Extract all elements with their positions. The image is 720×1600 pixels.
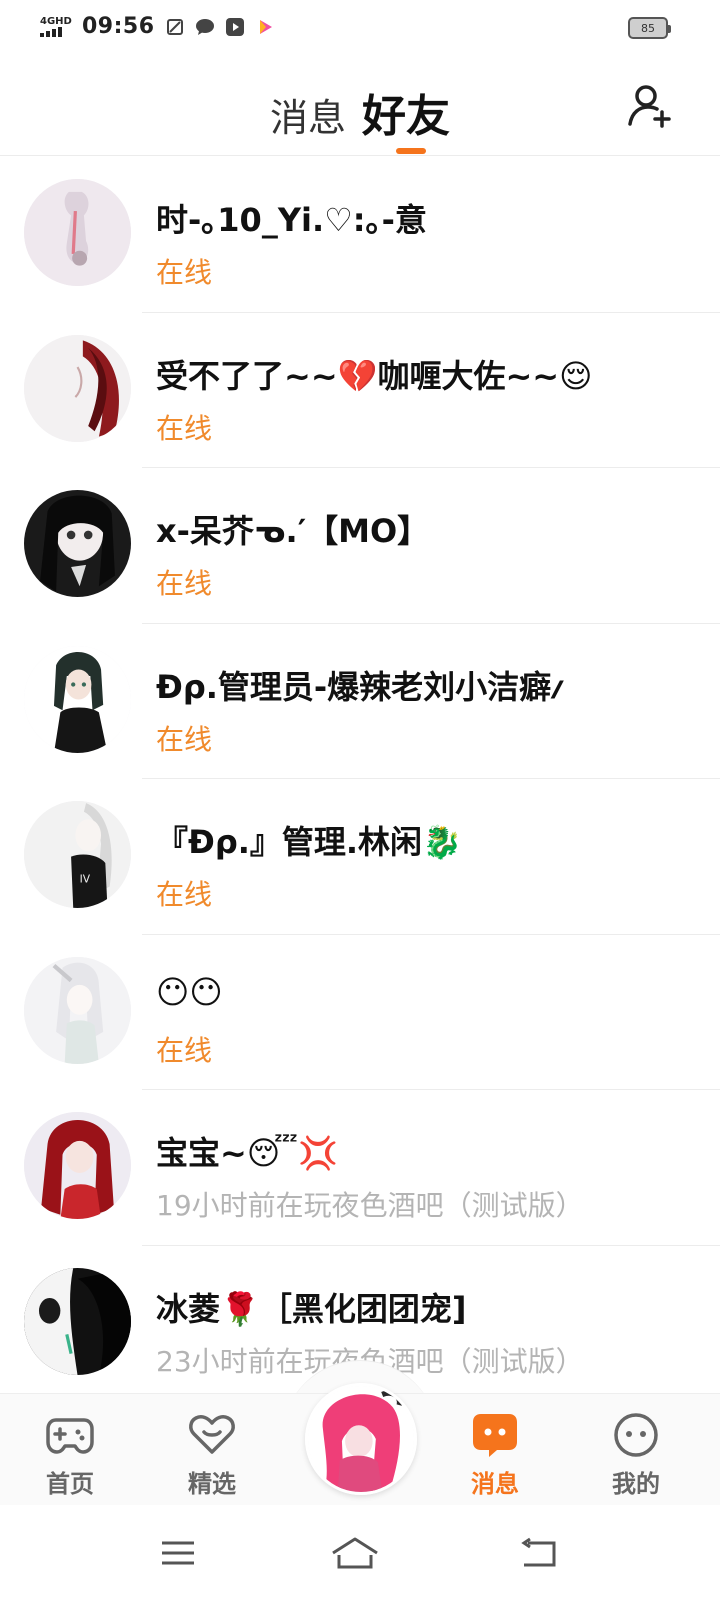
friend-status: 在线 (156, 1033, 213, 1067)
avatar[interactable] (24, 1267, 131, 1375)
friend-name: x-呆芥ᓀ.′【MO】 (156, 512, 430, 550)
status-right: 85 (628, 17, 671, 39)
friend-name: 😶😶 (156, 972, 223, 1011)
face-icon (614, 1413, 658, 1457)
nav-featured[interactable]: 精选 (162, 1412, 262, 1499)
system-nav-bar (0, 1505, 720, 1600)
center-avatar-button[interactable] (305, 1383, 417, 1495)
home-icon[interactable] (330, 1533, 380, 1573)
friend-row[interactable]: Ɖρ.管理员-爆辣老刘小洁癖ⳇ 在线 (0, 624, 720, 779)
back-icon[interactable] (518, 1533, 562, 1573)
nav-home[interactable]: 首页 (20, 1412, 120, 1499)
friend-row[interactable]: IV 『Ɖρ.』管理.林闲🐉 在线 (0, 779, 720, 935)
menu-icon[interactable] (156, 1533, 200, 1573)
heart-icon (189, 1415, 235, 1454)
screenshot-icon (165, 17, 185, 37)
tab-bar: 消息 好友 (270, 80, 450, 144)
avatar[interactable] (24, 334, 131, 442)
network-label: 4GHD (40, 15, 72, 27)
tab-friends[interactable]: 好友 (362, 80, 450, 144)
battery-icon: 85 (628, 17, 671, 39)
active-tab-indicator (396, 148, 426, 154)
gamepad-icon (46, 1418, 94, 1454)
status-left: 4GHD 09:56 (40, 14, 275, 39)
nav-label: 我的 (612, 1470, 660, 1498)
friend-row[interactable]: 😶😶 在线 (0, 935, 720, 1090)
network-indicator: 4GHD (40, 15, 72, 37)
friend-name: 宝宝~😴💢 (156, 1134, 338, 1172)
friend-status: 在线 (156, 411, 213, 445)
friend-status: 在线 (156, 722, 213, 756)
avatar[interactable] (24, 179, 131, 286)
friend-status: 在线 (156, 256, 213, 289)
nav-label: 消息 (471, 1470, 519, 1498)
chat-notification-icon (195, 17, 215, 37)
friend-status: 19小时前在玩夜色酒吧（测试版） (156, 1189, 584, 1222)
friend-row[interactable]: 受不了了~~💔咖喱大佐~~😌 在线 (0, 313, 720, 468)
svg-text:IV: IV (80, 872, 91, 885)
chat-bubble-icon (473, 1414, 517, 1457)
friend-list: 时-｡10_Yi.♡:｡-意 在线 受不了了~~💔咖喱大佐~~😌 在线 x-呆芥… (0, 157, 720, 1387)
nav-messages[interactable]: 消息 (445, 1412, 545, 1499)
friend-name: 『Ɖρ.』管理.林闲🐉 (156, 823, 462, 861)
avatar[interactable] (24, 956, 131, 1064)
avatar[interactable] (24, 490, 131, 597)
signal-icon (40, 26, 72, 37)
friend-row[interactable]: x-呆芥ᓀ.′【MO】 在线 (0, 468, 720, 624)
header: 消息 好友 (0, 56, 720, 156)
friend-row[interactable]: 宝宝~😴💢 19小时前在玩夜色酒吧（测试版） (0, 1090, 720, 1246)
avatar[interactable] (24, 645, 131, 753)
friend-status: 在线 (156, 878, 213, 911)
battery-level: 85 (641, 21, 655, 35)
friend-name: Ɖρ.管理员-爆辣老刘小洁癖ⳇ (156, 667, 564, 706)
avatar[interactable]: IV (24, 801, 131, 908)
play-app-icon (225, 17, 245, 37)
clock: 09:56 (82, 14, 155, 39)
avatar[interactable] (24, 1112, 131, 1219)
status-bar: 4GHD 09:56 85 (0, 0, 720, 56)
add-user-icon[interactable] (626, 82, 674, 130)
friend-status: 在线 (156, 567, 213, 600)
video-app-icon (255, 17, 275, 37)
friend-row[interactable]: 时-｡10_Yi.♡:｡-意 在线 (0, 157, 720, 313)
nav-label: 精选 (188, 1470, 236, 1498)
friend-name: 冰菱🌹［黑化团团宠] (156, 1289, 467, 1328)
nav-label: 首页 (46, 1470, 94, 1498)
friend-name: 受不了了~~💔咖喱大佐~~😌 (156, 356, 593, 395)
tab-messages[interactable]: 消息 (270, 87, 346, 142)
friend-name: 时-｡10_Yi.♡:｡-意 (156, 201, 427, 239)
nav-profile[interactable]: 我的 (586, 1412, 686, 1499)
